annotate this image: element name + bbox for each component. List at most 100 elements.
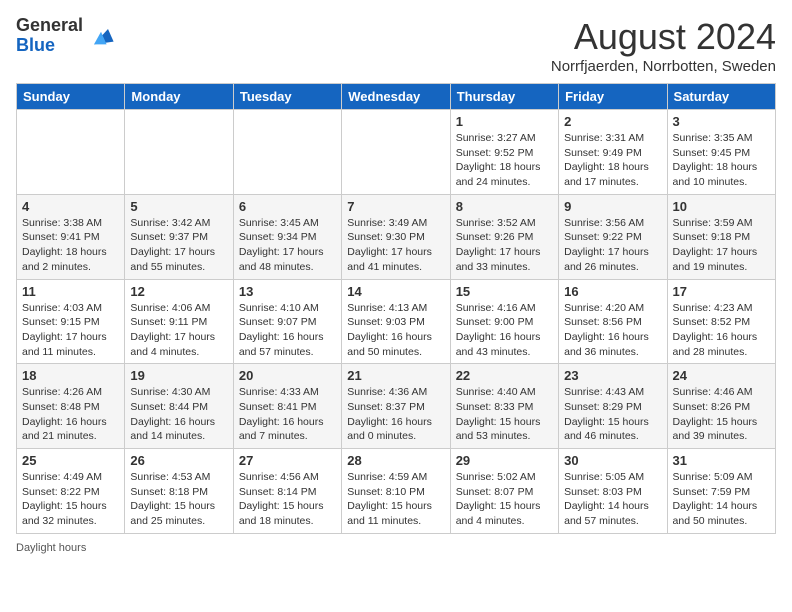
day-info: Sunrise: 5:05 AM Sunset: 8:03 PM Dayligh…: [564, 470, 661, 529]
day-number: 3: [673, 114, 770, 129]
calendar-cell: [17, 110, 125, 195]
day-number: 8: [456, 199, 553, 214]
calendar-cell: 3 Sunrise: 3:35 AM Sunset: 9:45 PM Daylig…: [667, 110, 775, 195]
calendar-cell: 12 Sunrise: 4:06 AM Sunset: 9:11 PM Dayli…: [125, 279, 233, 364]
day-info: Sunrise: 4:06 AM Sunset: 9:11 PM Dayligh…: [130, 301, 227, 360]
day-number: 14: [347, 284, 444, 299]
page-header: General Blue August 2024 Norrfjaerden, N…: [16, 16, 776, 75]
day-number: 27: [239, 453, 336, 468]
day-info: Sunrise: 4:59 AM Sunset: 8:10 PM Dayligh…: [347, 470, 444, 529]
calendar-cell: 17 Sunrise: 4:23 AM Sunset: 8:52 PM Dayli…: [667, 279, 775, 364]
calendar-cell: 20 Sunrise: 4:33 AM Sunset: 8:41 PM Dayli…: [233, 364, 341, 449]
day-info: Sunrise: 4:20 AM Sunset: 8:56 PM Dayligh…: [564, 301, 661, 360]
calendar-cell: 21Sunrise: 4:36 AM Sunset: 8:37 PM Dayli…: [342, 364, 450, 449]
day-info: Sunrise: 5:09 AM Sunset: 7:59 PM Dayligh…: [673, 470, 770, 529]
day-number: 4: [22, 199, 119, 214]
day-number: 11: [22, 284, 119, 299]
calendar-cell: 6 Sunrise: 3:45 AM Sunset: 9:34 PM Daylig…: [233, 194, 341, 279]
day-info: Sunrise: 3:38 AM Sunset: 9:41 PM Dayligh…: [22, 216, 119, 275]
day-info: Sunrise: 4:33 AM Sunset: 8:41 PM Dayligh…: [239, 385, 336, 444]
day-number: 16: [564, 284, 661, 299]
calendar-cell: 10 Sunrise: 3:59 AM Sunset: 9:18 PM Dayli…: [667, 194, 775, 279]
calendar-week-row: 1Sunrise: 3:27 AM Sunset: 9:52 PM Daylig…: [17, 110, 776, 195]
day-number: 5: [130, 199, 227, 214]
day-info: Sunrise: 4:49 AM Sunset: 8:22 PM Dayligh…: [22, 470, 119, 529]
day-number: 18: [22, 368, 119, 383]
calendar-cell: 14 Sunrise: 4:13 AM Sunset: 9:03 PM Dayli…: [342, 279, 450, 364]
day-number: 15: [456, 284, 553, 299]
calendar-cell: 28 Sunrise: 4:59 AM Sunset: 8:10 PM Dayli…: [342, 449, 450, 534]
calendar-cell: 4 Sunrise: 3:38 AM Sunset: 9:41 PM Daylig…: [17, 194, 125, 279]
day-info: Sunrise: 4:10 AM Sunset: 9:07 PM Dayligh…: [239, 301, 336, 360]
day-number: 17: [673, 284, 770, 299]
logo-icon: [87, 22, 115, 50]
day-number: 31: [673, 453, 770, 468]
day-number: 21: [347, 368, 444, 383]
calendar-cell: 8Sunrise: 3:52 AM Sunset: 9:26 PM Daylig…: [450, 194, 558, 279]
calendar-cell: 7Sunrise: 3:49 AM Sunset: 9:30 PM Daylig…: [342, 194, 450, 279]
calendar-cell: 13Sunrise: 4:10 AM Sunset: 9:07 PM Dayli…: [233, 279, 341, 364]
day-number: 1: [456, 114, 553, 129]
calendar-cell: 30 Sunrise: 5:05 AM Sunset: 8:03 PM Dayli…: [559, 449, 667, 534]
calendar-cell: 5 Sunrise: 3:42 AM Sunset: 9:37 PM Daylig…: [125, 194, 233, 279]
day-number: 25: [22, 453, 119, 468]
day-info: Sunrise: 4:46 AM Sunset: 8:26 PM Dayligh…: [673, 385, 770, 444]
calendar-cell: 31 Sunrise: 5:09 AM Sunset: 7:59 PM Dayli…: [667, 449, 775, 534]
day-header-tuesday: Tuesday: [233, 84, 341, 110]
calendar-cell: 19Sunrise: 4:30 AM Sunset: 8:44 PM Dayli…: [125, 364, 233, 449]
calendar-week-row: 4 Sunrise: 3:38 AM Sunset: 9:41 PM Daylig…: [17, 194, 776, 279]
daylight-label: Daylight hours: [16, 542, 86, 554]
calendar-cell: 27Sunrise: 4:56 AM Sunset: 8:14 PM Dayli…: [233, 449, 341, 534]
day-number: 12: [130, 284, 227, 299]
day-number: 23: [564, 368, 661, 383]
logo-blue: Blue: [16, 36, 83, 56]
calendar-week-row: 18 Sunrise: 4:26 AM Sunset: 8:48 PM Dayli…: [17, 364, 776, 449]
logo: General Blue: [16, 16, 115, 56]
day-header-wednesday: Wednesday: [342, 84, 450, 110]
day-info: Sunrise: 3:45 AM Sunset: 9:34 PM Dayligh…: [239, 216, 336, 275]
day-number: 20: [239, 368, 336, 383]
day-info: Sunrise: 3:42 AM Sunset: 9:37 PM Dayligh…: [130, 216, 227, 275]
day-number: 24: [673, 368, 770, 383]
day-number: 10: [673, 199, 770, 214]
day-number: 29: [456, 453, 553, 468]
day-number: 9: [564, 199, 661, 214]
day-number: 6: [239, 199, 336, 214]
day-info: Sunrise: 4:16 AM Sunset: 9:00 PM Dayligh…: [456, 301, 553, 360]
day-number: 22: [456, 368, 553, 383]
day-header-friday: Friday: [559, 84, 667, 110]
day-info: Sunrise: 4:26 AM Sunset: 8:48 PM Dayligh…: [22, 385, 119, 444]
day-header-sunday: Sunday: [17, 84, 125, 110]
calendar-cell: 11Sunrise: 4:03 AM Sunset: 9:15 PM Dayli…: [17, 279, 125, 364]
calendar-week-row: 11Sunrise: 4:03 AM Sunset: 9:15 PM Dayli…: [17, 279, 776, 364]
calendar-cell: 1Sunrise: 3:27 AM Sunset: 9:52 PM Daylig…: [450, 110, 558, 195]
day-number: 28: [347, 453, 444, 468]
day-info: Sunrise: 3:59 AM Sunset: 9:18 PM Dayligh…: [673, 216, 770, 275]
calendar-cell: [125, 110, 233, 195]
calendar-cell: 22Sunrise: 4:40 AM Sunset: 8:33 PM Dayli…: [450, 364, 558, 449]
calendar-cell: 2Sunrise: 3:31 AM Sunset: 9:49 PM Daylig…: [559, 110, 667, 195]
day-info: Sunrise: 4:13 AM Sunset: 9:03 PM Dayligh…: [347, 301, 444, 360]
calendar-cell: 23 Sunrise: 4:43 AM Sunset: 8:29 PM Dayli…: [559, 364, 667, 449]
calendar-cell: 9Sunrise: 3:56 AM Sunset: 9:22 PM Daylig…: [559, 194, 667, 279]
day-info: Sunrise: 4:43 AM Sunset: 8:29 PM Dayligh…: [564, 385, 661, 444]
day-info: Sunrise: 4:53 AM Sunset: 8:18 PM Dayligh…: [130, 470, 227, 529]
calendar-cell: 18 Sunrise: 4:26 AM Sunset: 8:48 PM Dayli…: [17, 364, 125, 449]
day-header-thursday: Thursday: [450, 84, 558, 110]
day-header-monday: Monday: [125, 84, 233, 110]
calendar-cell: 26Sunrise: 4:53 AM Sunset: 8:18 PM Dayli…: [125, 449, 233, 534]
calendar-footer: Daylight hours: [16, 542, 776, 554]
calendar-header-row: SundayMondayTuesdayWednesdayThursdayFrid…: [17, 84, 776, 110]
day-info: Sunrise: 5:02 AM Sunset: 8:07 PM Dayligh…: [456, 470, 553, 529]
day-number: 7: [347, 199, 444, 214]
calendar-table: SundayMondayTuesdayWednesdayThursdayFrid…: [16, 83, 776, 534]
day-info: Sunrise: 3:31 AM Sunset: 9:49 PM Dayligh…: [564, 131, 661, 190]
day-number: 19: [130, 368, 227, 383]
calendar-cell: [233, 110, 341, 195]
logo-text: General Blue: [16, 16, 83, 56]
day-info: Sunrise: 4:23 AM Sunset: 8:52 PM Dayligh…: [673, 301, 770, 360]
day-number: 30: [564, 453, 661, 468]
day-info: Sunrise: 3:35 AM Sunset: 9:45 PM Dayligh…: [673, 131, 770, 190]
calendar-cell: 25 Sunrise: 4:49 AM Sunset: 8:22 PM Dayli…: [17, 449, 125, 534]
logo-general: General: [16, 16, 83, 36]
